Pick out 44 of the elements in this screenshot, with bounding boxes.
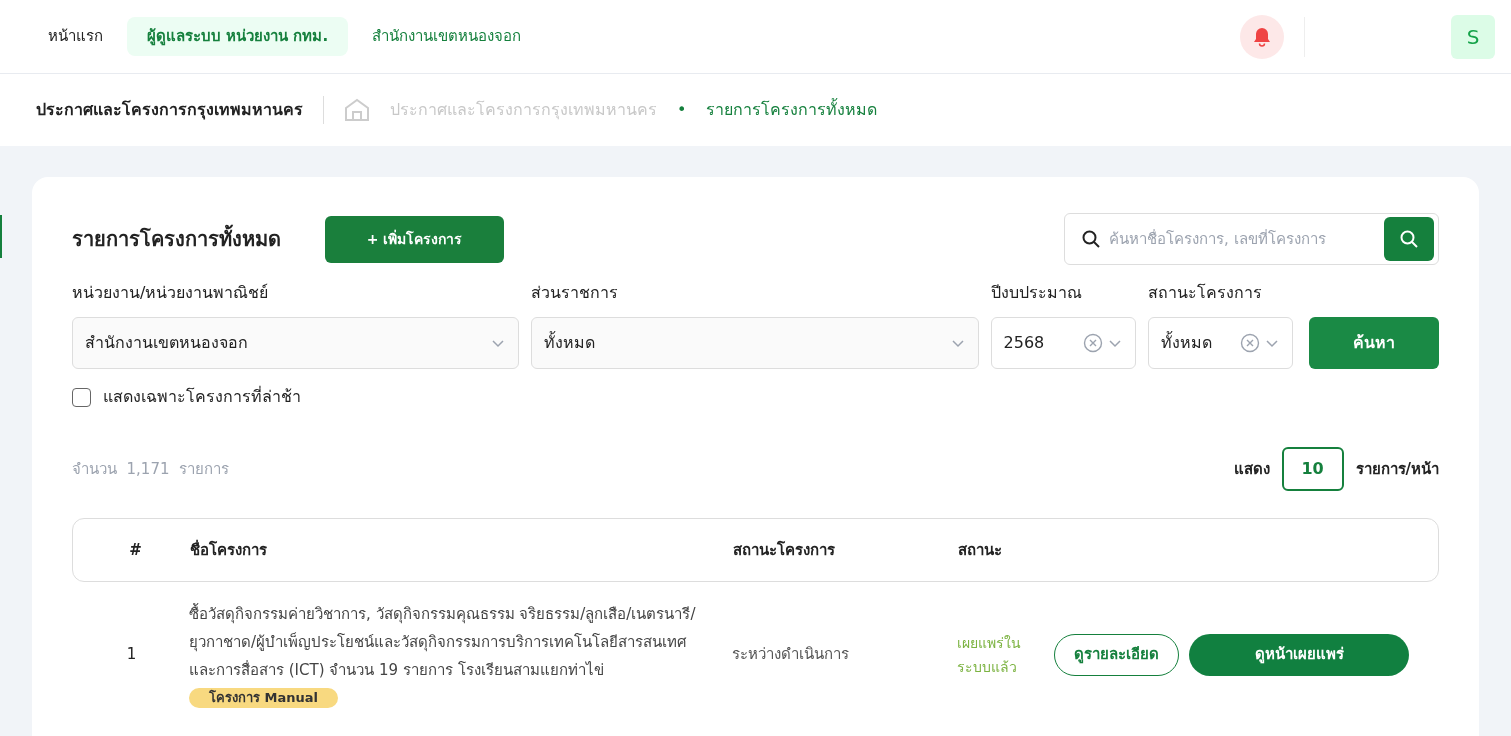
search-icon bbox=[1399, 229, 1419, 249]
avatar[interactable]: S bbox=[1451, 14, 1495, 59]
filter-label: ส่วนราชการ bbox=[531, 282, 620, 304]
column-header: สถานะ bbox=[958, 539, 1002, 561]
checkbox-label: แสดงเฉพาะโครงการที่ล่าช้า bbox=[103, 385, 301, 408]
filter-search-button[interactable]: ค้นหา bbox=[1308, 317, 1439, 369]
project-name: ซื้อวัสดุกิจกรรมค่ายวิชาการ, วัสดุกิจกรรมคุณธรรม จริยธรรม/ลูกเสือ/เนตรนารี/ยุวกาชาด/ผู้บำเพ็ญประโยชน์และวัสดุกิจกรรมการบริการเทคโนโลยีสารสนเทศและการสื่อสาร (ICT) จำนวน 19 รายการ โรงเรียนสามแยกท่าไข่ bbox=[189, 602, 697, 681]
search-button[interactable] bbox=[1384, 217, 1434, 261]
filter-select[interactable]: สำนักงานเขตหนองจอก bbox=[72, 317, 520, 369]
filter-select[interactable]: ทั้งหมด bbox=[531, 317, 979, 369]
nav-link[interactable]: สำนักงานเขตหนองจอก bbox=[352, 17, 542, 56]
filter-select[interactable]: 2568 bbox=[990, 317, 1136, 369]
table-cell-text: 1 bbox=[125, 644, 138, 666]
clear-icon[interactable] bbox=[1239, 333, 1260, 353]
filter-label: สถานะโครงการ bbox=[1147, 282, 1263, 304]
result-count: จำนวน 1,171 รายการ bbox=[72, 458, 229, 480]
table-cell-text: ระหว่างดำเนินการ bbox=[732, 644, 850, 666]
filter-label: หน่วยงาน/หน่วยงานพาณิชย์ bbox=[72, 282, 270, 304]
breadcrumb-separator: • bbox=[677, 99, 687, 121]
search-input[interactable]: ค้นหาชื่อโครงการ, เลขที่โครงการ bbox=[1109, 227, 1376, 251]
breadcrumb-link[interactable]: รายการโครงการทั้งหมด bbox=[706, 98, 878, 122]
page-size-field[interactable]: 10 bbox=[1281, 447, 1344, 491]
side-indicator bbox=[0, 215, 2, 258]
filter-select[interactable]: ทั้งหมด bbox=[1147, 317, 1293, 369]
nav-link[interactable]: ผู้ดูแลระบบ หน่วยงาน กทม. bbox=[127, 17, 349, 56]
section-title: รายการโครงการทั้งหมด bbox=[72, 224, 281, 254]
page-title: ประกาศและโครงการกรุงเทพมหานคร bbox=[36, 99, 303, 122]
bell-icon bbox=[1253, 26, 1271, 47]
notification-button[interactable] bbox=[1240, 14, 1284, 59]
add-project-button[interactable]: + เพิ่มโครงการ bbox=[325, 215, 504, 263]
filter-label: ปีงบประมาณ bbox=[990, 282, 1083, 304]
manual-tag: โครงการ Manual bbox=[189, 688, 338, 708]
clear-icon[interactable] bbox=[1082, 333, 1103, 353]
page-size-label: แสดง bbox=[1233, 458, 1270, 480]
column-header: ชื่อโครงการ bbox=[190, 538, 268, 561]
publish-page-button[interactable]: ดูหน้าเผยแพร่ bbox=[1189, 633, 1409, 676]
search-icon bbox=[1081, 229, 1101, 249]
page-size-label: รายการ/หน้า bbox=[1355, 458, 1439, 480]
nav-link[interactable]: หน้าแรก bbox=[28, 17, 123, 56]
status-text: เผยแพร่ในระบบแล้ว bbox=[957, 633, 1022, 677]
column-header: # bbox=[128, 539, 143, 561]
search-field[interactable]: ค้นหาชื่อโครงการ, เลขที่โครงการ bbox=[1064, 213, 1439, 265]
checkbox[interactable] bbox=[72, 387, 91, 407]
column-header: สถานะโครงการ bbox=[733, 539, 836, 561]
